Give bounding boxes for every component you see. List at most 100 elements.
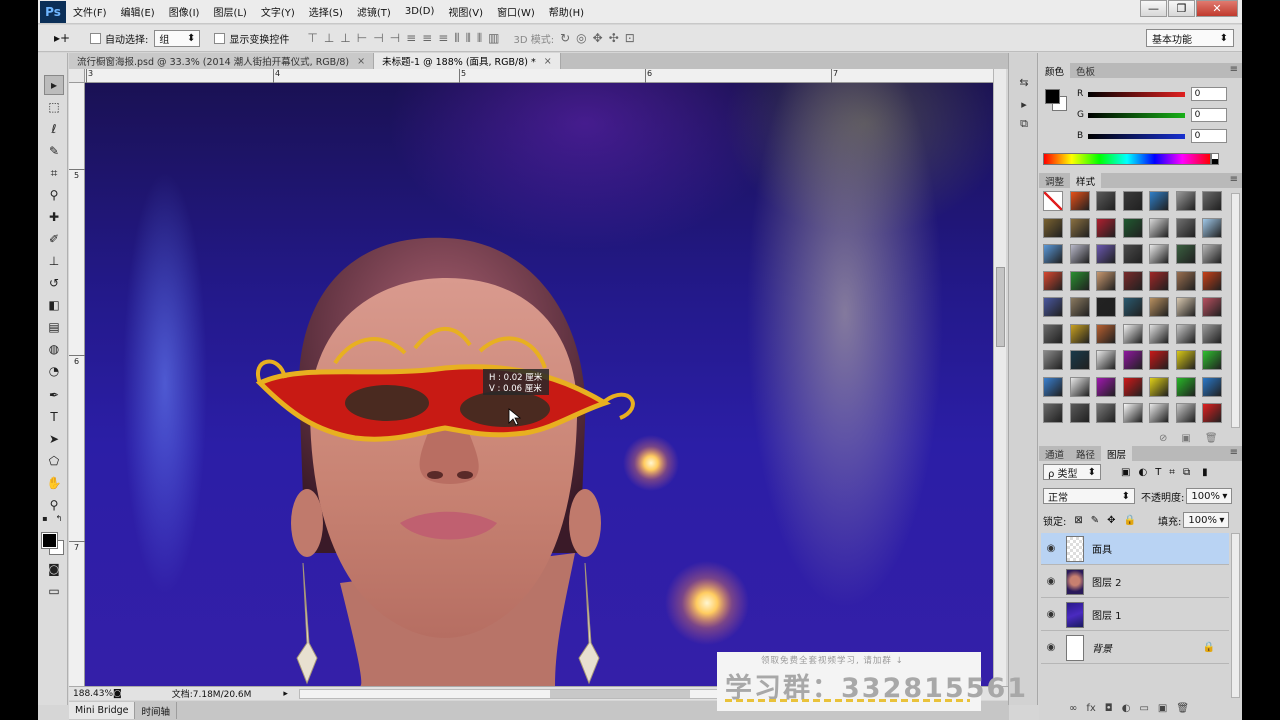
opacity-input[interactable]: 100% ▾ [1186,488,1233,504]
quick-select-tool-icon[interactable]: ✎ [44,141,64,161]
style-preset-tile[interactable] [1175,217,1196,238]
style-preset-tile[interactable] [1043,270,1063,291]
distribute-hcenter-icon[interactable]: ⦀ [466,31,471,46]
style-preset-tile[interactable] [1096,376,1116,397]
tab-channels[interactable]: 通道 [1039,446,1070,461]
dodge-tool-icon[interactable]: ◔ [44,361,64,381]
show-transform-checkbox[interactable] [214,32,226,44]
delete-layer-icon[interactable]: 🗑 [1176,703,1189,714]
style-preset-tile[interactable] [1069,323,1090,344]
tab-adjustments[interactable]: 调整 [1039,173,1070,188]
history-brush-tool-icon[interactable]: ↺ [44,273,64,293]
auto-select-dropdown[interactable]: 组 ⬍ [154,29,201,47]
blur-tool-icon[interactable]: ◍ [44,339,64,359]
lasso-tool-icon[interactable]: ℓ [44,119,64,139]
healing-brush-tool-icon[interactable]: ✚ [44,207,64,227]
red-value-input[interactable]: 0 [1190,87,1227,101]
menu-window[interactable]: 窗口(W) [490,4,542,19]
lock-all-icon[interactable]: 🔒 [1124,515,1136,526]
lock-position-icon[interactable]: ✥ [1107,515,1115,526]
crop-tool-icon[interactable]: ⌗ [44,163,64,183]
style-preset-tile[interactable] [1043,403,1063,423]
menu-edit[interactable]: 编辑(E) [114,4,162,19]
menu-image[interactable]: 图像(I) [162,4,207,19]
lock-pixels-icon[interactable]: ✎ [1091,515,1099,526]
style-preset-tile[interactable] [1122,244,1143,264]
style-preset-tile[interactable] [1202,376,1222,397]
style-preset-tile[interactable] [1122,323,1143,344]
style-preset-tile[interactable] [1043,244,1063,264]
new-layer-icon[interactable]: ▣ [1158,703,1167,714]
close-tab-icon[interactable]: × [544,56,552,67]
style-preset-tile[interactable] [1096,403,1116,423]
style-preset-tile[interactable] [1149,244,1169,264]
style-preset-tile[interactable] [1175,297,1196,317]
style-preset-tile[interactable] [1043,297,1063,317]
menu-filter[interactable]: 滤镜(T) [350,4,398,19]
zoom-level[interactable]: 188.43% [69,689,113,699]
style-preset-tile[interactable] [1069,376,1090,397]
style-preset-tile[interactable] [1175,191,1196,211]
style-preset-tile[interactable] [1096,270,1116,291]
styles-scrollbar[interactable] [1231,193,1240,428]
style-preset-tile[interactable] [1096,217,1116,238]
move-tool-icon[interactable]: ▸ [44,75,64,95]
style-preset-tile[interactable] [1122,270,1143,291]
style-preset-tile[interactable] [1202,217,1222,238]
style-preset-tile[interactable] [1202,350,1222,370]
hand-tool-icon[interactable]: ✋ [44,473,64,493]
style-preset-tile[interactable] [1149,270,1169,291]
menu-layer[interactable]: 图层(L) [206,4,253,19]
align-bottom-icon[interactable]: ⊥ [340,31,350,46]
close-tab-icon[interactable]: × [357,56,365,67]
layers-scrollbar[interactable] [1231,533,1240,698]
eye-icon[interactable]: ◉ [1041,609,1061,620]
filter-type-icon[interactable]: T [1155,467,1161,478]
style-preset-tile[interactable] [1096,350,1116,370]
menu-help[interactable]: 帮助(H) [542,4,591,19]
layer-2[interactable]: ◉ 图层 2 [1041,566,1229,598]
filter-adjust-icon[interactable]: ◐ [1138,467,1147,478]
lock-transparency-icon[interactable]: ⊠ [1074,515,1082,526]
scale-3d-icon[interactable]: ⊡ [625,31,635,45]
new-group-icon[interactable]: ▭ [1139,703,1148,714]
style-preset-tile[interactable] [1122,350,1143,370]
new-style-icon[interactable]: ▣ [1181,433,1190,444]
style-preset-tile[interactable] [1202,323,1222,344]
auto-select-checkbox[interactable] [90,32,101,44]
eyedropper-tool-icon[interactable]: ⚲ [44,185,64,205]
green-value-input[interactable]: 0 [1190,108,1227,122]
style-preset-tile[interactable] [1096,323,1116,344]
red-slider[interactable] [1087,91,1185,97]
layer-1[interactable]: ◉ 图层 1 [1041,599,1229,631]
style-preset-tile[interactable] [1096,297,1116,317]
style-preset-tile[interactable] [1175,270,1196,291]
scroll-thumb[interactable] [550,690,690,698]
blue-value-input[interactable]: 0 [1190,129,1227,143]
style-preset-tile[interactable] [1096,244,1116,264]
fill-input[interactable]: 100% ▾ [1183,512,1230,528]
pen-tool-icon[interactable]: ✒ [44,385,64,405]
style-preset-tile[interactable] [1069,191,1090,211]
adjustment-layer-icon[interactable]: ◐ [1122,703,1131,714]
style-preset-tile[interactable] [1043,323,1063,344]
marquee-tool-icon[interactable]: ⬚ [44,97,64,117]
tab-swatches[interactable]: 色板 [1070,63,1101,78]
filter-pixel-icon[interactable]: ▣ [1121,467,1130,478]
style-preset-tile[interactable] [1043,217,1063,238]
scroll-thumb[interactable] [996,267,1005,347]
eye-icon[interactable]: ◉ [1041,543,1061,554]
tab-mini-bridge[interactable]: Mini Bridge [69,702,136,719]
path-select-tool-icon[interactable]: ➤ [44,429,64,449]
style-preset-tile[interactable] [1069,270,1090,291]
history-panel-icon[interactable]: ⇆ [1015,73,1033,91]
slide-3d-icon[interactable]: ✣ [609,31,619,45]
distribute-bottom-icon[interactable]: ≡ [438,31,448,46]
screen-mode-icon[interactable]: ▭ [44,581,64,601]
style-preset-tile[interactable] [1122,297,1143,317]
add-mask-icon[interactable]: ◘ [1105,703,1113,714]
zoom-tool-icon[interactable]: ⚲ [44,495,64,515]
style-preset-tile[interactable] [1149,350,1169,370]
layer-style-icon[interactable]: fx [1086,703,1095,714]
style-preset-tile[interactable] [1149,403,1169,423]
